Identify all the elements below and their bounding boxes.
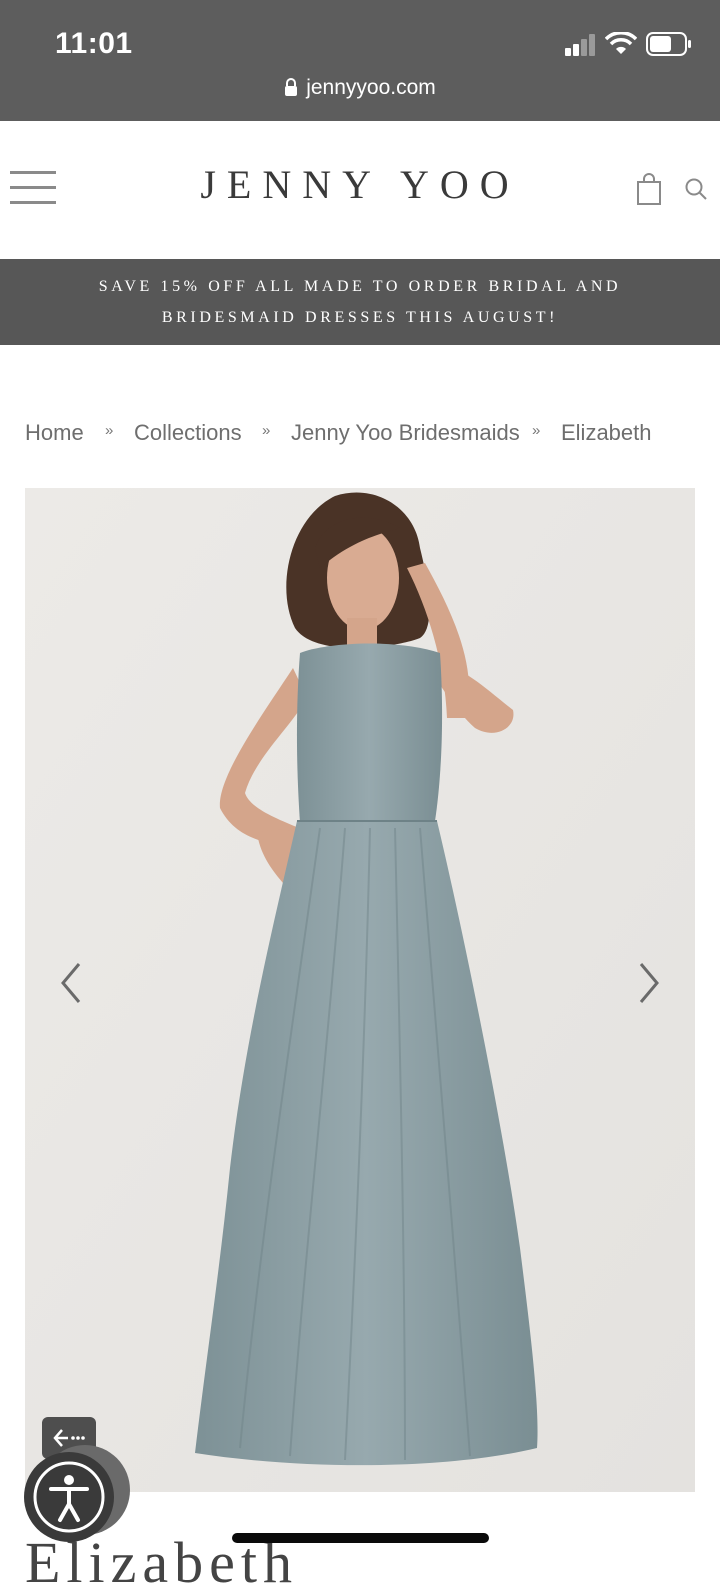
breadcrumb-current: Elizabeth <box>561 420 652 445</box>
product-image-gallery[interactable] <box>25 488 695 1492</box>
promo-banner[interactable]: SAVE 15% OFF ALL MADE TO ORDER BRIDAL AN… <box>0 259 720 345</box>
breadcrumb-separator: » <box>262 422 271 439</box>
brand-logo[interactable]: JENNY YOO <box>0 161 720 208</box>
search-icon[interactable] <box>684 177 708 201</box>
breadcrumb-bridesmaids[interactable]: Jenny Yoo Bridesmaids <box>291 420 520 446</box>
accessibility-button[interactable] <box>24 1452 114 1542</box>
breadcrumb-separator: » <box>105 422 114 439</box>
address-bar[interactable]: jennyyoo.com <box>0 76 720 106</box>
product-photo-dress <box>25 488 695 1492</box>
home-indicator <box>232 1533 489 1543</box>
chevron-left-icon[interactable] <box>55 958 85 1008</box>
cellular-signal-icon <box>565 34 595 56</box>
shopping-bag-icon[interactable] <box>636 173 662 205</box>
accessibility-icon <box>33 1461 105 1533</box>
promo-line-1: SAVE 15% OFF ALL MADE TO ORDER BRIDAL AN… <box>98 278 622 295</box>
breadcrumb-separator: » <box>532 422 541 439</box>
url-text: jennyyoo.com <box>306 76 436 99</box>
breadcrumb-collections[interactable]: Collections <box>134 420 242 446</box>
battery-icon <box>646 32 691 56</box>
lock-icon <box>285 78 298 96</box>
browser-top-bar: 11:01 jennyyoo.com <box>0 0 720 121</box>
status-time: 11:01 <box>55 27 133 60</box>
promo-line-2: BRIDESMAID DRESSES THIS AUGUST! <box>161 309 559 326</box>
site-header: JENNY YOO <box>0 121 720 259</box>
wifi-icon <box>605 32 637 54</box>
breadcrumb-home[interactable]: Home <box>25 420 84 446</box>
chevron-right-icon[interactable] <box>635 958 665 1008</box>
